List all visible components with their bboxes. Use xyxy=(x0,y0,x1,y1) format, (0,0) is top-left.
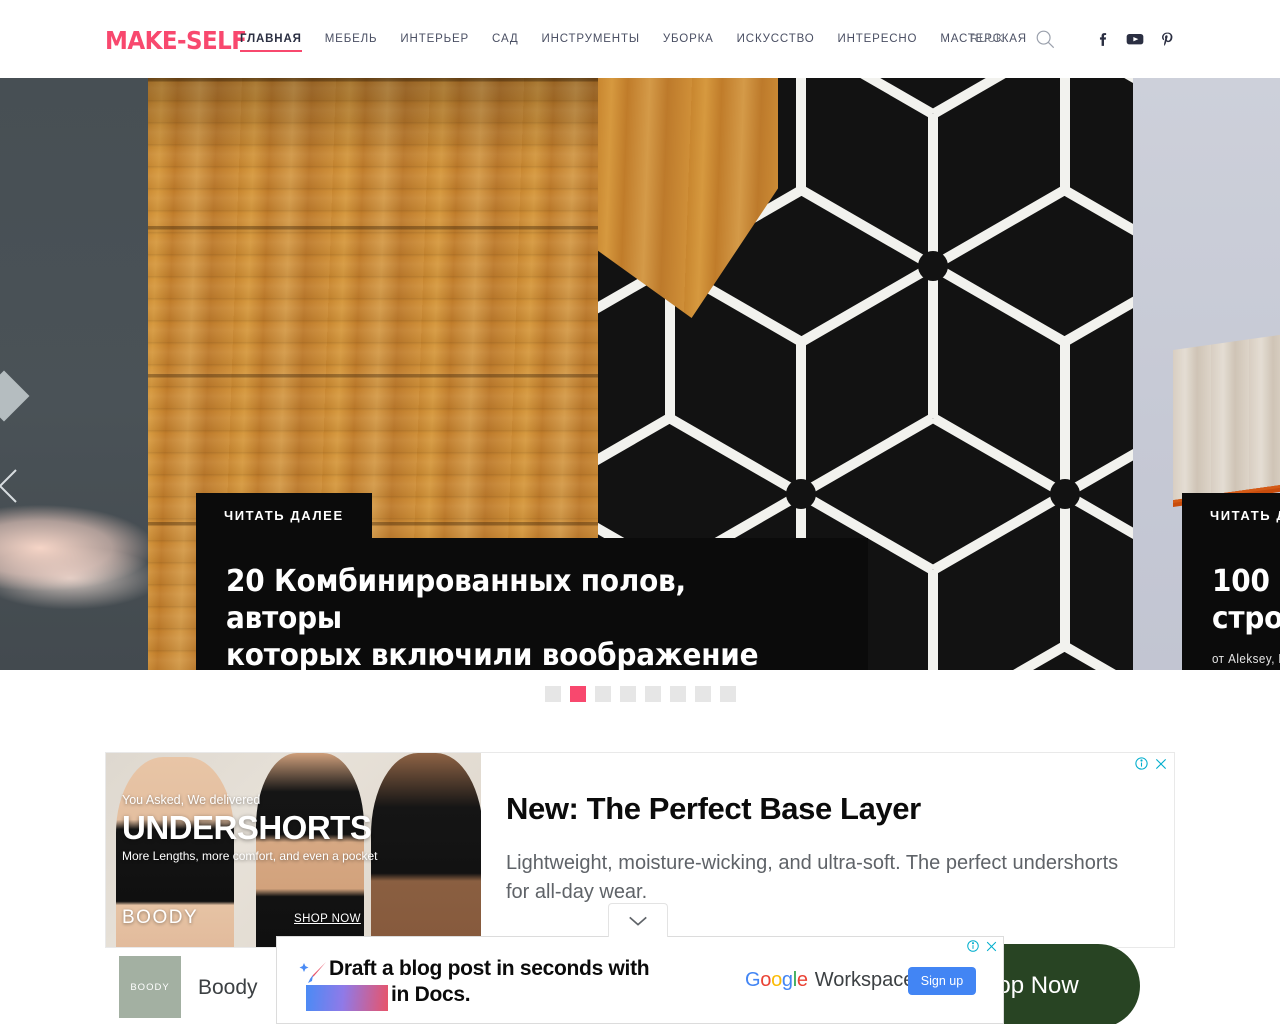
header-actions: RU UK xyxy=(970,0,1180,78)
youtube-icon[interactable] xyxy=(1122,26,1148,52)
tile-star-arm xyxy=(930,489,1068,575)
tile-star-arm xyxy=(927,570,938,670)
hero-author-next: от Aleksey, xyxy=(1212,651,1275,666)
nav-item-instrumenty[interactable]: ИНСТРУМЕНТЫ xyxy=(542,0,653,78)
nav-item-uborka[interactable]: УБОРКА xyxy=(663,0,727,78)
carousel-dot-3[interactable] xyxy=(594,686,611,702)
hero-caption-box-next: 100 И строи от Aleksey, МЕ xyxy=(1182,538,1280,670)
tile-hub xyxy=(917,251,948,281)
tile-star-arm xyxy=(796,342,807,494)
nav-item-interesno[interactable]: ИНТЕРЕСНО xyxy=(838,0,931,78)
google-workspace-brand: Google Workspace xyxy=(745,969,914,992)
advertiser-logo-text: BOODY xyxy=(130,981,170,993)
ad-brand-wordmark: BOODY xyxy=(122,907,199,928)
wood-shelf xyxy=(1173,326,1280,500)
tile-hub xyxy=(1049,479,1080,509)
tile-star-arm xyxy=(798,78,936,119)
carousel-dot-6[interactable] xyxy=(669,686,686,702)
workspace-label: Workspace xyxy=(814,969,915,991)
nav-item-mebel[interactable]: МЕБЕЛЬ xyxy=(325,0,391,78)
tile-star-arm xyxy=(1062,185,1133,271)
carousel-dot-4[interactable] xyxy=(619,686,636,702)
tile-star-arm xyxy=(930,261,1068,347)
carousel-dot-8[interactable] xyxy=(719,686,736,702)
sign-up-button[interactable]: Sign up xyxy=(908,967,976,995)
tile-star-arm xyxy=(927,266,938,418)
tile-star-arm xyxy=(1062,78,1133,119)
hero-caption-box: 20 Комбинированных полов, авторы которых… xyxy=(196,538,868,670)
facebook-icon[interactable] xyxy=(1090,26,1116,52)
language-switcher: RU UK xyxy=(970,33,1004,45)
read-more-button[interactable]: ЧИТАТЬ ДАЛЕЕ xyxy=(196,493,372,538)
lang-ru-link[interactable]: RU xyxy=(970,33,987,45)
ad-creative-image[interactable]: You Asked, We delivered UNDERSHORTS More… xyxy=(106,753,481,947)
ad-bottom-headline-line1: Draft a blog post in seconds with xyxy=(329,957,650,980)
hero-title: 20 Комбинированных полов, авторы которых… xyxy=(226,564,759,670)
nav-item-interer[interactable]: ИНТЕРЬЕР xyxy=(400,0,482,78)
nav-item-iskusstvo[interactable]: ИСКУССТВО xyxy=(737,0,828,78)
ad-choices-info-icon[interactable] xyxy=(1134,756,1149,776)
tile-star-arm xyxy=(930,641,1068,670)
carousel-dot-7[interactable] xyxy=(694,686,711,702)
nav-item-glavnaya[interactable]: ГЛАВНАЯ xyxy=(240,0,315,78)
ad-expand-chevron-down-icon[interactable] xyxy=(608,903,668,937)
hero-slide-previous[interactable] xyxy=(0,78,148,670)
search-icon[interactable] xyxy=(1030,24,1060,54)
ad-bottom-headline-line2: in Docs. xyxy=(391,982,471,1006)
wood-hex-inlay xyxy=(598,78,778,318)
lang-uk-link[interactable]: UK xyxy=(988,33,1004,45)
advertiser-logo: BOODY xyxy=(119,956,181,1018)
carousel-dot-1[interactable] xyxy=(544,686,561,702)
read-more-button-next[interactable]: ЧИТАТЬ ДАЛЕЕ xyxy=(1182,493,1280,538)
ad-creative-overlay: You Asked, We delivered UNDERSHORTS More… xyxy=(106,753,481,947)
ad-copy: New: The Perfect Base Layer Lightweight,… xyxy=(506,791,1146,907)
advertisement-bottom[interactable]: Draft a blog post in seconds with in Doc… xyxy=(276,936,1004,1024)
tile-star-arm xyxy=(1059,494,1070,646)
hero-slide-previous-image xyxy=(0,78,148,670)
tile-star-arm xyxy=(796,78,807,190)
carousel-prev-arrow[interactable] xyxy=(0,466,22,506)
hero-title-next: 100 И строи xyxy=(1212,564,1280,636)
ad-close-icon[interactable] xyxy=(1154,757,1168,776)
nav-item-sad[interactable]: САД xyxy=(492,0,531,78)
ad-subline: More Lengths, more comfort, and even a p… xyxy=(122,849,378,863)
ad-headline: UNDERSHORTS xyxy=(122,809,372,846)
tile-star-arm xyxy=(798,261,936,347)
page-root: MAKE-SELF ГЛАВНАЯ МЕБЕЛЬ ИНТЕРЬЕР САД ИН… xyxy=(0,0,1280,1024)
tile-star-arm xyxy=(1062,641,1133,670)
ad-bottom-choices-controls xyxy=(966,939,998,958)
carousel-dot-5[interactable] xyxy=(644,686,661,702)
ad-choices-controls xyxy=(1134,756,1168,776)
carousel-pagination xyxy=(0,670,1280,718)
ad-creative-cta[interactable]: SHOP NOW xyxy=(294,913,361,925)
ad-bottom-headline: Draft a blog post in seconds with in Doc… xyxy=(329,956,799,1007)
google-wordmark: Google xyxy=(745,969,808,991)
tile-star-arm xyxy=(930,78,1068,119)
hero-meta-next: от Aleksey, МЕ xyxy=(1212,652,1280,666)
ad-title[interactable]: New: The Perfect Base Layer xyxy=(506,791,1146,827)
tile-star-arm xyxy=(1059,78,1070,190)
pinterest-icon[interactable] xyxy=(1154,26,1180,52)
site-header: MAKE-SELF ГЛАВНАЯ МЕБЕЛЬ ИНТЕРЬЕР САД ИН… xyxy=(0,0,1280,78)
advertiser-name: Boody xyxy=(198,976,258,999)
tile-star-arm xyxy=(1059,342,1070,494)
ad-description: Lightweight, moisture-wicking, and ultra… xyxy=(506,852,1119,903)
ad-bottom-close-icon[interactable] xyxy=(985,940,998,958)
tile-star-arm xyxy=(927,114,938,266)
main-navigation: ГЛАВНАЯ МЕБЕЛЬ ИНТЕРЬЕР САД ИНСТРУМЕНТЫ … xyxy=(240,0,1050,78)
hero-caption-active: ЧИТАТЬ ДАЛЕЕ 20 Комбинированных полов, а… xyxy=(196,493,896,670)
ad-kicker: You Asked, We delivered xyxy=(122,793,261,807)
carousel-dot-2[interactable] xyxy=(569,686,586,702)
ad-bottom-info-icon[interactable] xyxy=(966,939,980,958)
hero-caption-next: ЧИТАТЬ ДАЛЕЕ 100 И строи от Aleksey, МЕ xyxy=(1182,493,1280,670)
site-logo[interactable]: MAKE-SELF xyxy=(105,26,247,55)
hero-carousel: ЧИТАТЬ ДАЛЕЕ 20 Комбинированных полов, а… xyxy=(0,78,1280,670)
